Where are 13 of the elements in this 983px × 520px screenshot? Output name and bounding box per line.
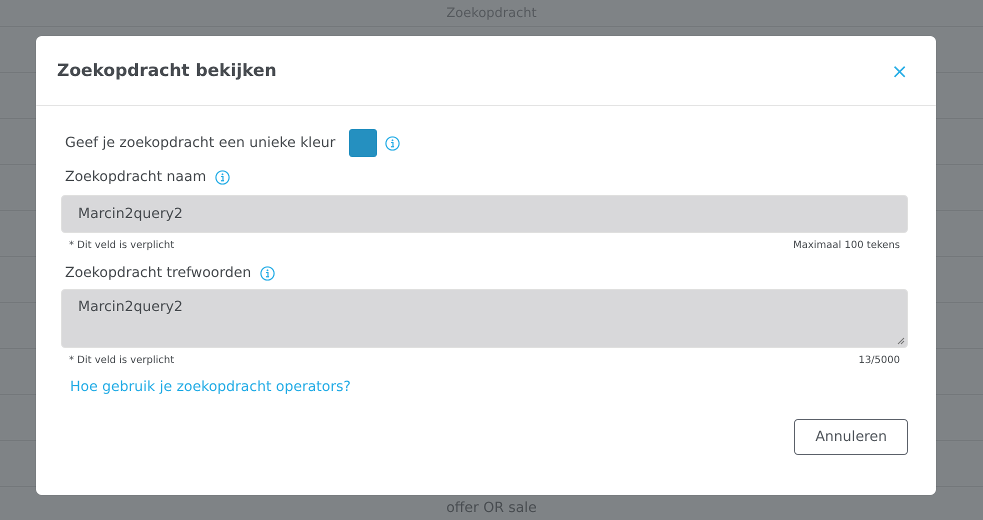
field-label: Zoekopdracht naam	[65, 169, 206, 185]
required-note: * Dit veld is verplicht	[69, 354, 174, 366]
field-label: Zoekopdracht trefwoorden	[65, 265, 252, 281]
limit-note: 13/5000	[858, 354, 900, 366]
dialog-title: Zoekopdracht bekijken	[57, 60, 277, 80]
info-icon[interactable]	[260, 266, 276, 280]
info-icon[interactable]	[215, 170, 230, 184]
cancel-button[interactable]: Annuleren	[794, 419, 908, 455]
color-swatch[interactable]	[349, 129, 378, 157]
limit-note: Maximaal 100 tekens	[793, 240, 900, 250]
color-label: Geef je zoekopdracht een unieke kleur	[65, 135, 336, 151]
info-icon[interactable]	[385, 136, 400, 150]
required-note: * Dit veld is verplicht	[69, 240, 174, 250]
